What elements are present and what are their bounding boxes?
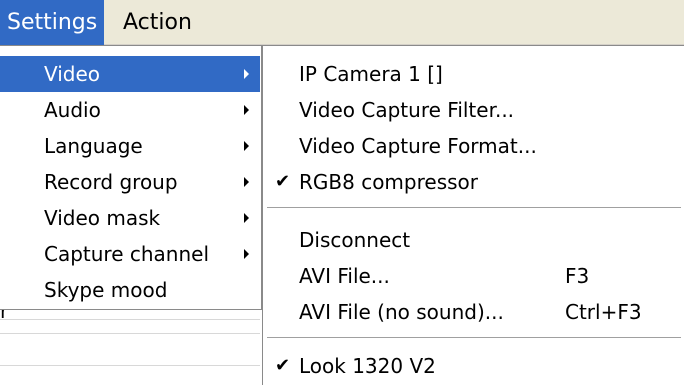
settings-dropdown: Video Audio Language Record group Video …: [0, 45, 262, 310]
background-divider: [0, 365, 260, 366]
menu-item-label: RGB8 compressor: [299, 170, 478, 194]
menu-item-label: IP Camera 1 []: [299, 62, 443, 86]
menu-separator: [267, 207, 681, 209]
menu-item-label: Capture channel: [44, 242, 210, 266]
menu-item-label: Language: [44, 134, 143, 158]
menu-separator: [267, 337, 681, 339]
menu-action[interactable]: Action: [116, 0, 199, 45]
submenu-arrow-icon: [244, 69, 249, 79]
submenu-item-ip-camera[interactable]: IP Camera 1 []: [263, 56, 683, 92]
menu-item-label: Video mask: [44, 206, 161, 230]
menu-item-label: Look 1320 V2: [299, 354, 436, 378]
settings-item-skype-mood[interactable]: Skype mood: [0, 272, 260, 308]
menu-item-label: AVI File...: [299, 264, 390, 288]
submenu-arrow-icon: [244, 141, 249, 151]
checkmark-icon: ✔: [275, 355, 291, 376]
video-submenu: IP Camera 1 [] Video Capture Filter... V…: [262, 45, 684, 385]
submenu-item-video-capture-filter[interactable]: Video Capture Filter...: [263, 92, 683, 128]
shortcut-label: Ctrl+F3: [565, 300, 642, 324]
settings-item-capture-channel[interactable]: Capture channel: [0, 236, 260, 272]
submenu-item-video-capture-format[interactable]: Video Capture Format...: [263, 128, 683, 164]
menu-item-label: Video Capture Filter...: [299, 98, 515, 122]
submenu-arrow-icon: [244, 177, 249, 187]
menu-bar: Settings Action: [0, 0, 684, 45]
submenu-item-avi-file[interactable]: AVI File... F3: [263, 258, 683, 294]
menu-item-label: Audio: [44, 98, 101, 122]
submenu-arrow-icon: [244, 249, 249, 259]
menu-item-label: Disconnect: [299, 228, 411, 252]
menu-item-label: AVI File (no sound)...: [299, 300, 504, 324]
settings-item-record-group[interactable]: Record group: [0, 164, 260, 200]
settings-item-video-mask[interactable]: Video mask: [0, 200, 260, 236]
settings-item-audio[interactable]: Audio: [0, 92, 260, 128]
menu-settings[interactable]: Settings: [0, 0, 105, 45]
submenu-item-look-1320-v2[interactable]: ✔ Look 1320 V2: [263, 348, 683, 384]
menu-item-label: Record group: [44, 170, 178, 194]
submenu-arrow-icon: [244, 105, 249, 115]
menu-item-label: Skype mood: [44, 278, 168, 302]
menu-item-label: Video Capture Format...: [299, 134, 537, 158]
background-divider: [0, 333, 260, 334]
shortcut-label: F3: [565, 264, 590, 288]
menu-item-label: Video: [44, 62, 101, 86]
submenu-item-avi-file-no-sound[interactable]: AVI File (no sound)... Ctrl+F3: [263, 294, 683, 330]
submenu-item-disconnect[interactable]: Disconnect: [263, 222, 683, 258]
background-divider: [0, 319, 260, 320]
checkmark-icon: ✔: [275, 171, 291, 192]
settings-item-video[interactable]: Video: [0, 56, 260, 92]
submenu-arrow-icon: [244, 213, 249, 223]
settings-item-language[interactable]: Language: [0, 128, 260, 164]
submenu-item-rgb8-compressor[interactable]: ✔ RGB8 compressor: [263, 164, 683, 200]
